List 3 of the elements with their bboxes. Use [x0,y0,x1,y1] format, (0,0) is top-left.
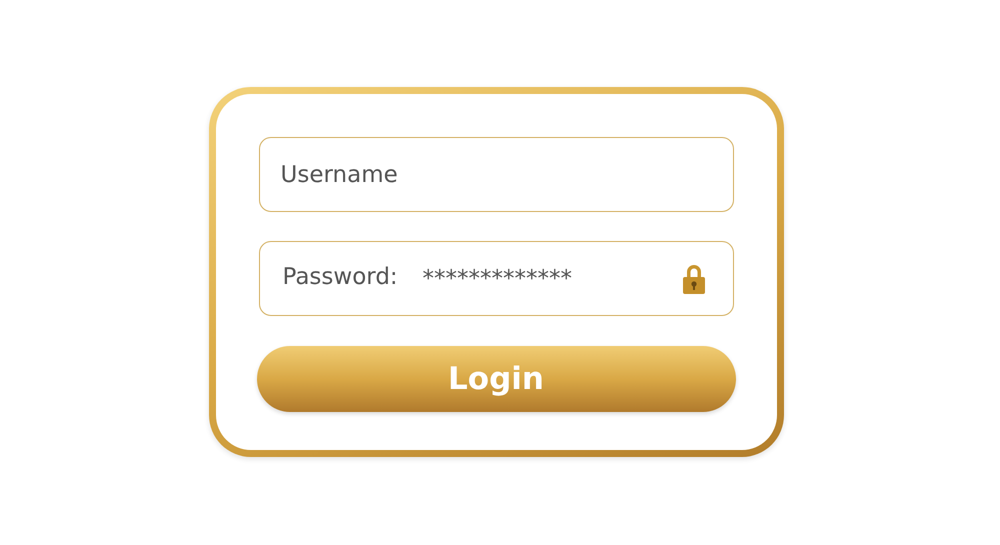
password-label: Password: [282,264,398,290]
username-field[interactable]: Username [258,137,734,212]
lock-icon [682,263,706,295]
